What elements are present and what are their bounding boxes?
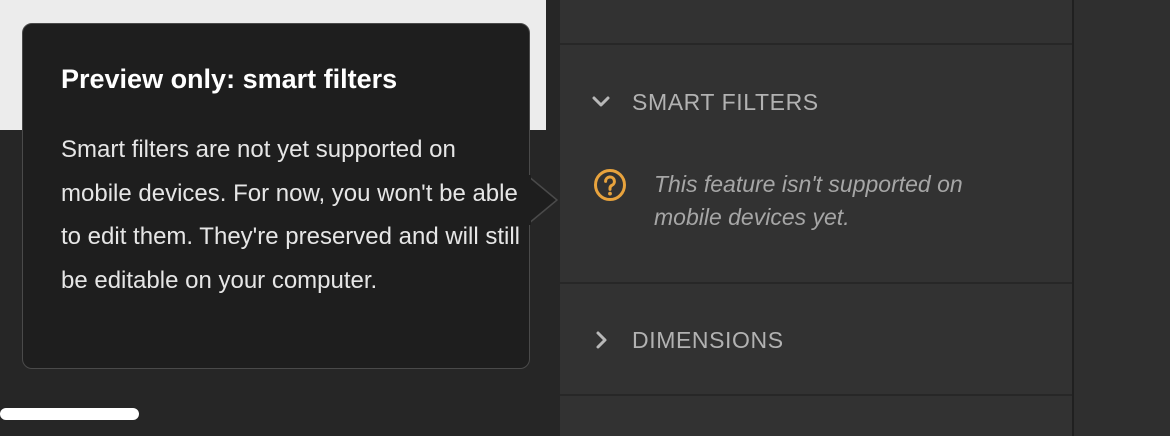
unsupported-notice: This feature isn't supported on mobile d… <box>593 168 1014 234</box>
dimensions-section-header[interactable]: DIMENSIONS <box>590 322 784 358</box>
panel-divider <box>560 394 1072 396</box>
chevron-down-icon <box>590 91 612 113</box>
smart-filters-label: SMART FILTERS <box>632 88 819 115</box>
tooltip-pointer <box>528 175 558 225</box>
smart-filters-tooltip: Preview only: smart filters Smart filter… <box>22 23 530 369</box>
dimensions-label: DIMENSIONS <box>632 326 784 353</box>
smart-filters-section-header[interactable]: SMART FILTERS <box>590 84 819 120</box>
chevron-right-icon <box>590 329 612 351</box>
panel-divider <box>560 282 1072 284</box>
unsupported-notice-text: This feature isn't supported on mobile d… <box>654 171 963 230</box>
question-circle-icon[interactable] <box>593 168 627 202</box>
panel-divider <box>560 43 1072 45</box>
tooltip-body: Smart filters are not yet supported on m… <box>61 136 521 294</box>
home-indicator[interactable] <box>0 408 139 420</box>
side-toolbar <box>1074 0 1170 436</box>
properties-panel: SMART FILTERS This feature isn't support… <box>560 0 1072 436</box>
tooltip-title: Preview only: smart filters <box>61 64 398 94</box>
